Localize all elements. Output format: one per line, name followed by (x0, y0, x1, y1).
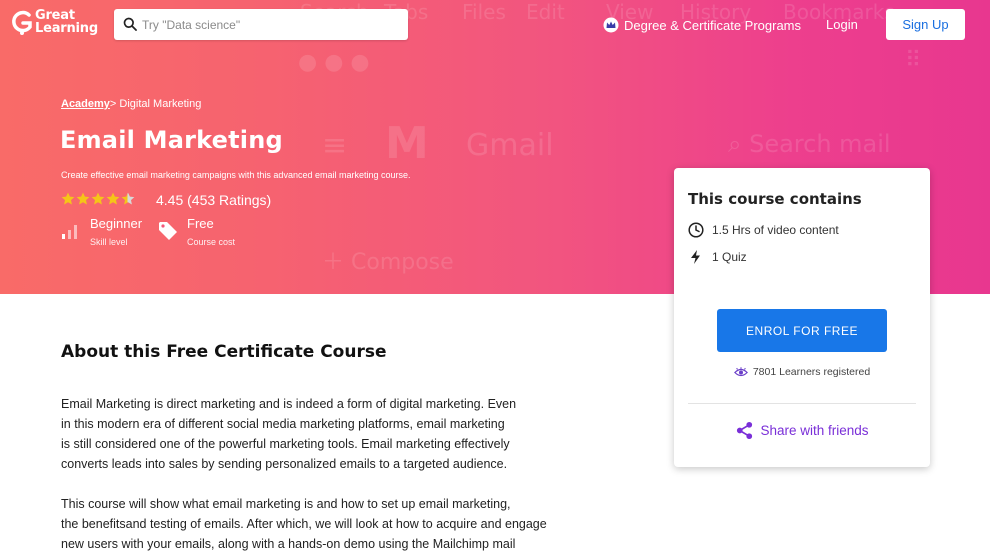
learners-count-text: 7801 Learners registered (752, 366, 871, 378)
degree-programs-label: Degree & Certificate Programs (624, 17, 802, 33)
breadcrumb-current[interactable]: Digital Marketing (119, 98, 201, 110)
course-cost-label: Course cost (187, 237, 236, 247)
paragraph-line: in this modern era of different social m… (61, 417, 505, 431)
crown-icon (603, 17, 619, 33)
top-navigation: Great Learning Degree & Certificate Prog… (0, 0, 990, 50)
great-learning-logo[interactable]: Great Learning (11, 8, 101, 40)
logo-text: Great Learning (35, 8, 98, 36)
about-section-title: About this Free Certificate Course (61, 342, 387, 362)
clock-icon (688, 222, 704, 238)
eye-icon (733, 366, 748, 376)
signal-bars-icon (62, 225, 77, 239)
login-link[interactable]: Login (826, 17, 858, 32)
learners-registered: 7801 Learners registered (674, 366, 930, 378)
paragraph-line: new users with your emails, along with a… (61, 537, 516, 551)
about-paragraph-2: This course will show what email marketi… (61, 494, 606, 554)
price-tag-icon (159, 222, 177, 240)
rating-stars (61, 192, 135, 206)
search-icon (123, 17, 137, 31)
paragraph-line: This course will show what email marketi… (61, 497, 511, 511)
skill-level-value: Beginner (90, 216, 143, 231)
ghost-compose: ＋ Compose (322, 250, 454, 275)
ghost-gmail-label: Gmail (466, 128, 554, 163)
paragraph-line: the benefitsand testing of emails. After… (61, 517, 547, 531)
signup-button[interactable]: Sign Up (886, 9, 965, 40)
course-title: Email Marketing (60, 126, 283, 154)
ghost-search-mail: ⌕ Search mail (728, 130, 891, 158)
skill-level-label: Skill level (90, 237, 128, 247)
about-paragraph-1: Email Marketing is direct marketing and … (61, 394, 606, 474)
paragraph-line: is still considered one of the powerful … (61, 437, 510, 451)
share-button[interactable]: Share with friends (674, 421, 930, 440)
card-divider (688, 403, 916, 404)
ghost-grid: ⠿ (905, 48, 922, 73)
breadcrumb: Academy> Digital Marketing (61, 98, 201, 110)
paragraph-line: converts leads into sales by sending per… (61, 457, 508, 471)
degree-programs-link[interactable]: Degree & Certificate Programs (603, 15, 801, 35)
quiz-label: 1 Quiz (712, 250, 747, 264)
share-icon (737, 421, 753, 440)
breadcrumb-separator: > (109, 98, 117, 110)
course-contains-card: This course contains 1.5 Hrs of video co… (674, 168, 930, 467)
star-icon (106, 192, 120, 205)
lightning-icon (691, 250, 700, 264)
quiz-item: 1 Quiz (688, 249, 747, 265)
search-input[interactable] (142, 9, 402, 40)
breadcrumb-academy-link[interactable]: Academy (61, 98, 110, 110)
logo-g-icon (12, 10, 32, 35)
enrol-button[interactable]: ENROL FOR FREE (717, 309, 887, 352)
video-content-label: 1.5 Hrs of video content (712, 223, 839, 237)
ghost-window-dots: ● ● ● (298, 50, 370, 75)
rating-text: 4.45 (453 Ratings) (156, 192, 272, 208)
ghost-menu-lines: ≡ (322, 128, 348, 163)
search-box (114, 9, 408, 40)
star-icon (121, 192, 135, 205)
share-label: Share with friends (760, 423, 869, 438)
card-title: This course contains (688, 190, 862, 208)
video-content-item: 1.5 Hrs of video content (688, 222, 839, 238)
star-icon (91, 192, 105, 205)
course-cost-value: Free (187, 216, 214, 231)
star-icon (61, 192, 75, 205)
course-subtitle: Create effective email marketing campaig… (61, 170, 411, 180)
paragraph-line: Email Marketing is direct marketing and … (61, 397, 517, 411)
ghost-gmail-m: M (385, 118, 429, 169)
star-icon (76, 192, 90, 205)
